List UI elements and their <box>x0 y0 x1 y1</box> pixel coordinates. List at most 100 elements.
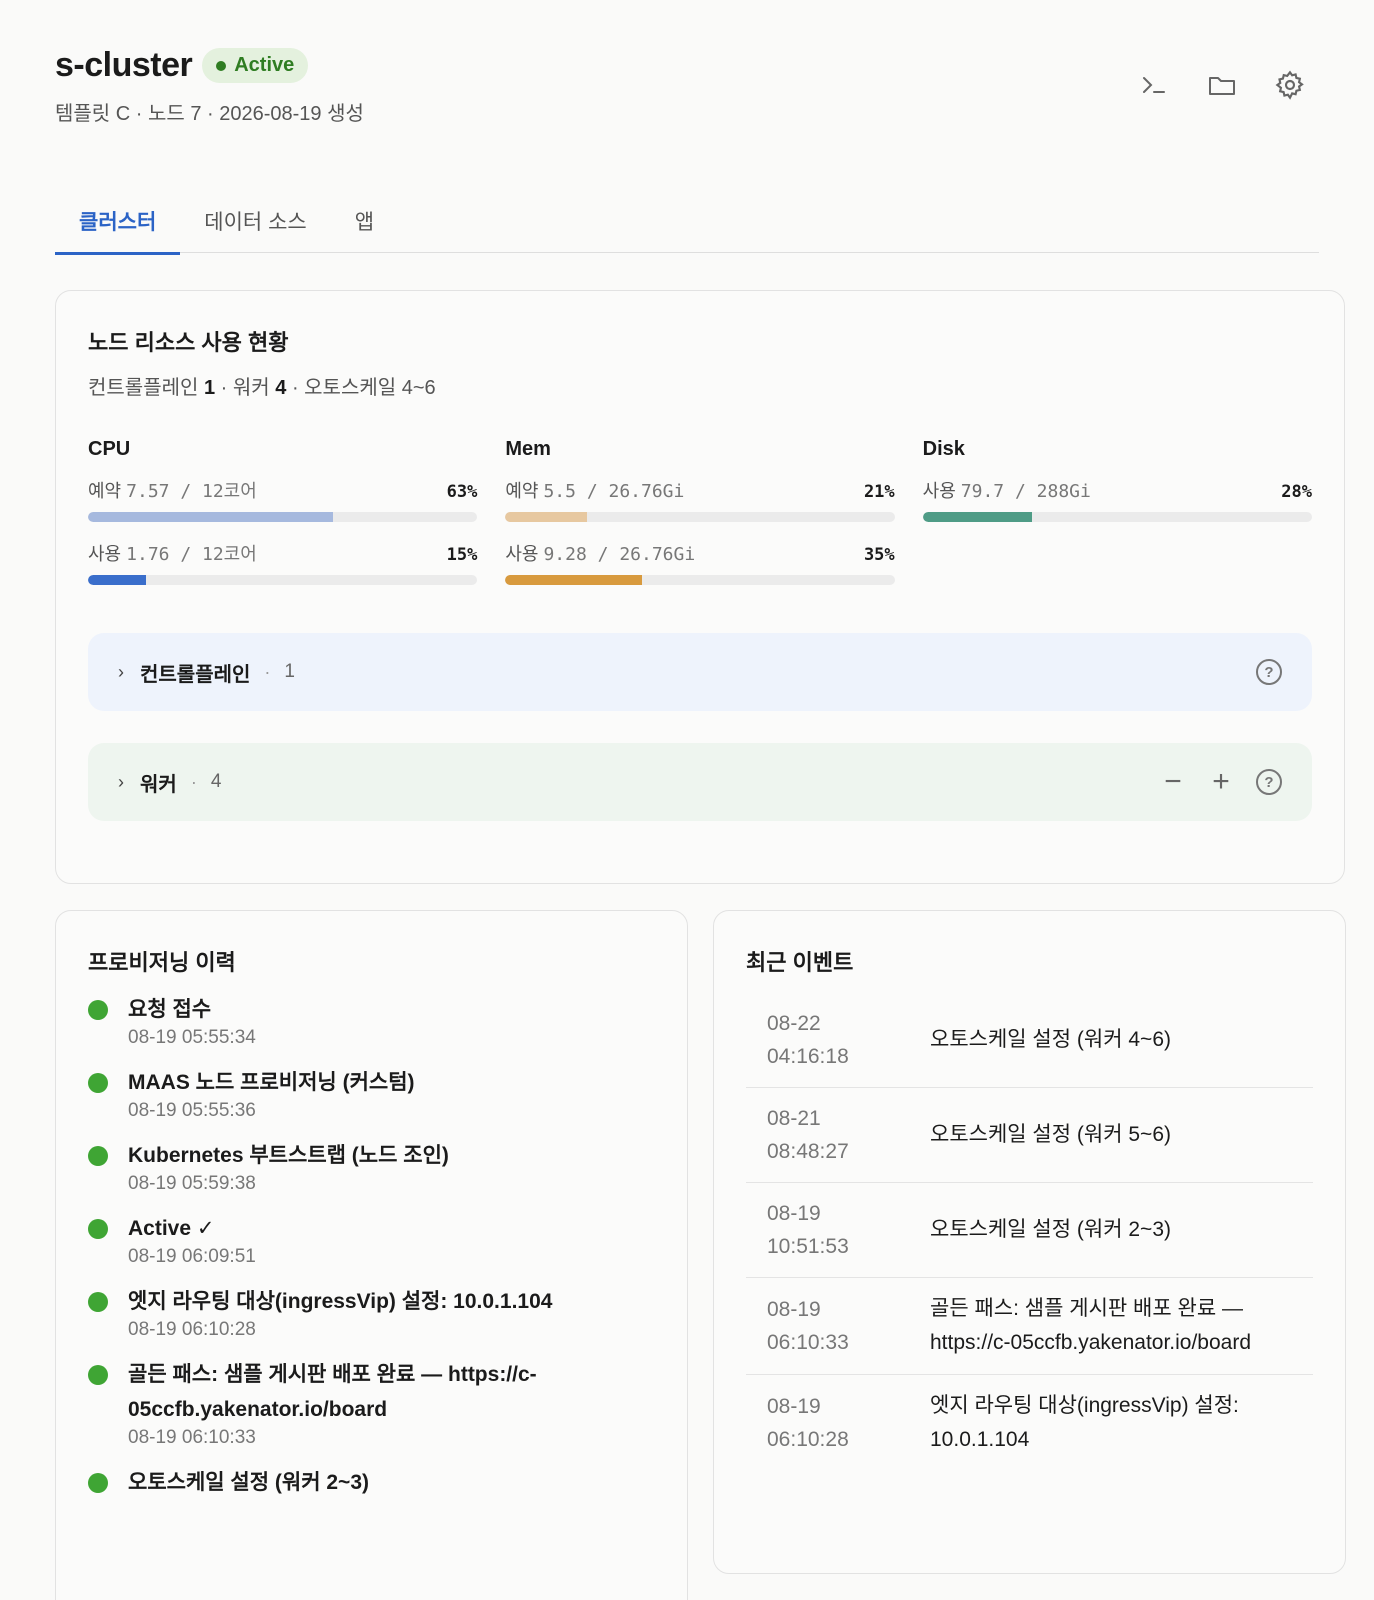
gear-icon <box>1275 70 1304 100</box>
dot-separator: · <box>264 661 271 682</box>
event-timestamp: 08-19 06:10:33 <box>767 1293 930 1359</box>
bar-kind: 사용 <box>505 544 539 564</box>
dot-separator: · <box>190 771 197 792</box>
metrics-grid: CPU 예약 7.57 / 12코어 63% 사용 1.76 / 12코어 15… <box>88 438 1312 603</box>
metric-title: Mem <box>505 438 551 460</box>
progress-fill <box>922 512 1032 522</box>
history-item: 요청 접수 08-19 05:55:34 <box>88 997 655 1049</box>
bar-percent: 28% <box>1281 482 1312 502</box>
history-time: 08-19 06:10:33 <box>128 1427 256 1448</box>
bar-label: 예약 7.57 / 12코어 63% <box>88 477 477 503</box>
history-item: 골든 패스: 샘플 게시판 배포 완료 — https://c-05ccfb.y… <box>88 1362 655 1449</box>
progress-fill <box>505 575 642 585</box>
bar-text: 사용 1.76 / 12코어 <box>88 540 257 566</box>
tab-apps[interactable]: 앱 <box>331 176 398 253</box>
event-row: 08-19 06:10:28 엣지 라우팅 대상(ingressVip) 설정: … <box>746 1375 1313 1471</box>
history-item: 오토스케일 설정 (워커 2~3) <box>88 1470 655 1500</box>
status-dot-icon <box>216 60 227 71</box>
event-text: 오토스케일 설정 (워커 2~3) <box>930 1218 1171 1241</box>
terminal-button[interactable] <box>1135 66 1173 104</box>
events-title: 최근 이벤트 <box>746 950 854 975</box>
history-list: 요청 접수 08-19 05:55:34 MAAS 노드 프로비저닝 (커스텀) 0… <box>88 997 655 1500</box>
history-item-body: 오토스케일 설정 (워커 2~3) <box>128 1470 369 1500</box>
history-item: MAAS 노드 프로비저닝 (커스텀) 08-19 05:55:36 <box>88 1070 655 1122</box>
event-date: 08-19 <box>767 1202 821 1225</box>
success-dot-icon <box>88 1473 108 1493</box>
help-icon[interactable]: ? <box>1256 659 1282 685</box>
event-row: 08-19 10:51:53 오토스케일 설정 (워커 2~3) <box>746 1183 1313 1278</box>
event-timestamp: 08-21 08:48:27 <box>767 1102 930 1168</box>
plus-icon[interactable]: + <box>1208 767 1234 797</box>
progress-fill <box>88 512 334 522</box>
folder-button[interactable] <box>1203 66 1241 104</box>
event-date: 08-21 <box>767 1107 821 1130</box>
provisioning-history-card: 프로비저닝 이력 요청 접수 08-19 05:55:34 MAAS 노드 프로비… <box>55 910 688 1600</box>
minus-icon[interactable]: − <box>1160 767 1186 797</box>
tab-bar: 클러스터 데이터 소스 앱 <box>55 176 1319 255</box>
history-time: 08-19 05:59:38 <box>128 1173 256 1194</box>
bar-mem-used: 사용 9.28 / 26.76Gi 35% <box>505 540 895 585</box>
event-timestamp: 08-19 10:51:53 <box>767 1197 930 1263</box>
bar-label: 사용 1.76 / 12코어 15% <box>88 540 477 566</box>
settings-button[interactable] <box>1271 66 1309 104</box>
progress-track <box>88 575 478 585</box>
sub-autoscale: · 오토스케일 4~6 <box>291 377 436 399</box>
tab-data-source[interactable]: 데이터 소스 <box>180 176 330 253</box>
success-dot-icon <box>88 1146 108 1166</box>
metric-title: CPU <box>88 438 131 460</box>
event-date: 08-19 <box>767 1298 821 1321</box>
group-count: 1 <box>284 661 295 682</box>
bar-value: 1.76 / 12코어 <box>126 544 257 565</box>
status-badge-label: Active <box>234 54 295 76</box>
terminal-icon <box>1143 77 1165 93</box>
event-time: 10:51:53 <box>767 1235 849 1258</box>
tab-cluster[interactable]: 클러스터 <box>55 176 181 255</box>
node-resource-card: 노드 리소스 사용 현황 컨트롤플레인 1 · 워커 4 · 오토스케일 4~6… <box>55 290 1345 884</box>
bar-text: 사용 79.7 / 288Gi <box>923 477 1091 503</box>
status-badge: Active <box>202 48 309 83</box>
bar-kind: 사용 <box>88 544 122 564</box>
history-item-body: Active ✓ 08-19 06:09:51 <box>128 1216 256 1268</box>
history-item: 엣지 라우팅 대상(ingressVip) 설정: 10.0.1.104 08-1… <box>88 1289 655 1341</box>
control-plane-group[interactable]: › 컨트롤플레인 · 1 ? <box>88 633 1312 711</box>
event-date: 08-19 <box>767 1395 821 1418</box>
page-header: s-cluster Active 템플릿 C · 노드 7 · 2026-08-… <box>55 0 1319 176</box>
success-dot-icon <box>88 1365 108 1385</box>
row-actions: − + ? <box>1160 767 1282 797</box>
success-dot-icon <box>88 1292 108 1312</box>
progress-track <box>505 512 895 522</box>
help-icon[interactable]: ? <box>1256 769 1282 795</box>
worker-group[interactable]: › 워커 · 4 − + ? <box>88 743 1312 821</box>
history-item-body: 요청 접수 08-19 05:55:34 <box>128 997 256 1049</box>
progress-track <box>922 512 1312 522</box>
recent-events-card: 최근 이벤트 08-22 04:16:18 오토스케일 설정 (워커 4~6) 0… <box>713 910 1346 1574</box>
bar-label: 사용 79.7 / 288Gi 28% <box>923 477 1312 503</box>
event-text: 오토스케일 설정 (워커 5~6) <box>930 1123 1171 1146</box>
event-time: 06:10:28 <box>767 1428 849 1451</box>
bar-percent: 15% <box>446 545 478 565</box>
history-label: 골든 패스: 샘플 게시판 배포 완료 — https://c-05ccfb.y… <box>128 1363 537 1421</box>
page-title: s-cluster <box>55 46 193 84</box>
history-item-body: MAAS 노드 프로비저닝 (커스텀) 08-19 05:55:36 <box>128 1070 415 1122</box>
event-timestamp: 08-22 04:16:18 <box>767 1007 930 1073</box>
bar-value: 5.5 / 26.76Gi <box>543 481 685 502</box>
bar-mem-reserved: 예약 5.5 / 26.76Gi 21% <box>505 477 895 522</box>
bar-kind: 사용 <box>922 481 956 501</box>
bar-value: 7.57 / 12코어 <box>126 481 257 502</box>
bar-text: 예약 7.57 / 12코어 <box>88 477 257 503</box>
bar-cpu-reserved: 예약 7.57 / 12코어 63% <box>88 477 478 522</box>
event-date: 08-22 <box>767 1012 821 1035</box>
progress-track <box>88 512 478 522</box>
bar-label: 예약 5.5 / 26.76Gi 21% <box>505 477 894 503</box>
sub-cp-count: 1 <box>203 377 216 399</box>
success-dot-icon <box>88 1000 108 1020</box>
resource-card-title: 노드 리소스 사용 현황 <box>88 330 289 355</box>
event-time: 06:10:33 <box>767 1331 849 1354</box>
event-row: 08-19 06:10:33 골든 패스: 샘플 게시판 배포 완료 — http… <box>746 1278 1313 1375</box>
history-title: 프로비저닝 이력 <box>88 950 236 975</box>
bar-value: 79.7 / 288Gi <box>960 481 1091 502</box>
event-text: 오토스케일 설정 (워커 4~6) <box>930 1028 1171 1051</box>
event-row: 08-21 08:48:27 오토스케일 설정 (워커 5~6) <box>746 1088 1313 1183</box>
bar-kind: 예약 <box>88 481 122 501</box>
metric-cpu: CPU 예약 7.57 / 12코어 63% 사용 1.76 / 12코어 15… <box>88 438 478 603</box>
